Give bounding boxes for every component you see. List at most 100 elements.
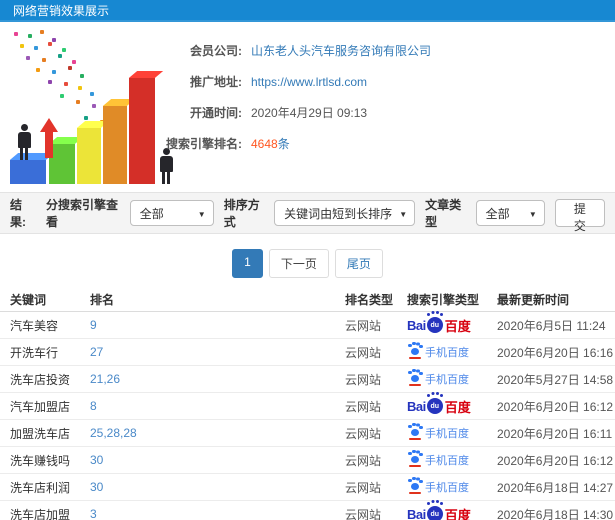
keyword-cell: 洗车店利润 (10, 480, 71, 495)
updated-cell: 2020年6月20日 16:12 (497, 399, 614, 414)
field-opened: 开通时间: 2020年4月29日 09:13 (60, 104, 605, 121)
url-label: 推广地址: (190, 75, 242, 89)
header-rank-type: 排名类型 (345, 292, 394, 307)
engine-cell: 手机百度 (407, 370, 497, 387)
chevron-down-icon: ▼ (197, 210, 206, 219)
chevron-down-icon: ▼ (528, 210, 537, 219)
mobile-baidu-logo-icon: 手机百度 (407, 478, 469, 495)
chevron-down-icon: ▼ (399, 210, 408, 219)
rank-type-cell: 云网站 (345, 318, 382, 333)
baidu-paw-icon (408, 370, 421, 386)
table-row: 开洗车行 27 云网站 手机百度 2020年6月20日 16:16 (0, 339, 615, 366)
article-type-label: 文章类型 (425, 198, 462, 229)
table-row: 洗车赚钱吗 30 云网站 手机百度 2020年6月20日 16:12 (0, 447, 615, 474)
keyword-cell: 汽车加盟店 (10, 399, 71, 414)
table-row: 洗车店加盟 3 云网站 Bai du 百度 2020年6月18日 14:30 (0, 501, 615, 520)
updated-cell: 2020年6月20日 16:16 (497, 345, 614, 360)
header-engine-type: 搜索引擎类型 (407, 292, 480, 307)
sort-select-value: 关键词由短到长排序 (284, 206, 393, 221)
submit-button[interactable]: 提交 (554, 199, 606, 233)
article-type-select[interactable]: 全部 ▼ (475, 200, 545, 226)
table-header-row: 关键词 排名 排名类型 搜索引擎类型 最新更新时间 (0, 287, 615, 312)
field-url: 推广地址: https://www.lrtlsd.com (60, 73, 605, 90)
field-ranking: 搜索引擎排名: 4648 条 (60, 135, 605, 152)
mobile-baidu-logo-icon: 手机百度 (407, 451, 469, 468)
baidu-paw-icon: du (426, 313, 443, 333)
page: 网络营销效果展示 会员公司: 山东老人头汽车服务咨询有限公司 推广地址: htt… (0, 0, 615, 520)
engine-select[interactable]: 全部 ▼ (129, 200, 214, 226)
page-1-button[interactable]: 1 (232, 249, 263, 278)
rank-cell[interactable]: 25,28,28 (90, 426, 345, 440)
mobile-baidu-logo-icon: 手机百度 (407, 343, 469, 360)
baidu-paw-icon (408, 343, 421, 359)
engine-cell: 手机百度 (407, 424, 497, 441)
rank-cell[interactable]: 27 (90, 345, 345, 359)
article-select-value: 全部 (485, 206, 510, 221)
table-row: 洗车店利润 30 云网站 手机百度 2020年6月18日 14:27 (0, 474, 615, 501)
next-page-button[interactable]: 下一页 (268, 249, 329, 278)
sort-select[interactable]: 关键词由短到长排序 ▼ (274, 200, 416, 226)
confetti-dots-icon (14, 32, 18, 36)
baidu-logo-icon: Bai du 百度 (407, 313, 471, 334)
updated-cell: 2020年6月5日 11:24 (497, 318, 606, 333)
rank-type-cell: 云网站 (345, 480, 382, 495)
ranking-suffix: 条 (277, 137, 290, 151)
last-page-button[interactable]: 尾页 (334, 249, 383, 278)
header-bar: 网络营销效果展示 (0, 0, 615, 22)
keyword-cell: 洗车店投资 (10, 372, 71, 387)
sort-filter-label: 排序方式 (223, 198, 260, 229)
rank-cell[interactable]: 30 (90, 480, 345, 494)
promotion-url-link[interactable]: https://www.lrtlsd.com (251, 75, 367, 89)
header-keyword: 关键词 (10, 292, 47, 307)
keyword-cell: 洗车店加盟 (10, 507, 71, 520)
rank-type-cell: 云网站 (345, 345, 382, 360)
baidu-paw-icon (408, 478, 421, 494)
bar-blue (10, 160, 46, 184)
table-row: 汽车美容 9 云网站 Bai du 百度 2020年6月5日 11:24 (0, 312, 615, 339)
rank-type-cell: 云网站 (345, 507, 382, 520)
rank-cell[interactable]: 30 (90, 453, 345, 467)
company-link[interactable]: 山东老人头汽车服务咨询有限公司 (251, 42, 431, 59)
updated-cell: 2020年6月20日 16:11 (497, 426, 613, 441)
engine-cell: 手机百度 (407, 451, 497, 468)
ranking-count: 4648 (251, 137, 278, 151)
info-section: 会员公司: 山东老人头汽车服务咨询有限公司 推广地址: https://www.… (0, 22, 615, 192)
result-label: 结果: (10, 198, 26, 229)
ranking-label: 搜索引擎排名: (166, 137, 242, 151)
engine-cell: 手机百度 (407, 343, 497, 360)
baidu-paw-icon (408, 451, 421, 467)
updated-cell: 2020年6月20日 16:12 (497, 453, 614, 468)
mobile-baidu-logo-icon: 手机百度 (407, 424, 469, 441)
baidu-paw-icon (408, 424, 421, 440)
opened-label: 开通时间: (190, 106, 242, 120)
filter-bar: 结果: 分搜索引擎查看 全部 ▼ 排序方式 关键词由短到长排序 ▼ 文章类型 全… (0, 192, 615, 234)
baidu-paw-icon: du (426, 502, 443, 520)
keyword-cell: 汽车美容 (10, 318, 59, 333)
opened-value: 2020年4月29日 09:13 (251, 106, 368, 120)
pagination: 1 下一页 尾页 (0, 249, 615, 278)
engine-cell: Bai du 百度 (407, 502, 497, 520)
rank-cell[interactable]: 8 (90, 399, 345, 413)
rank-cell[interactable]: 21,26 (90, 372, 345, 386)
businessman-figure-left (16, 124, 32, 160)
updated-cell: 2020年6月18日 14:27 (497, 480, 614, 495)
table-row: 洗车店投资 21,26 云网站 手机百度 2020年5月27日 14:58 (0, 366, 615, 393)
keyword-cell: 开洗车行 (10, 345, 59, 360)
rank-cell[interactable]: 3 (90, 507, 345, 520)
info-fields: 会员公司: 山东老人头汽车服务咨询有限公司 推广地址: https://www.… (60, 42, 605, 166)
rank-type-cell: 云网站 (345, 426, 382, 441)
updated-cell: 2020年5月27日 14:58 (497, 372, 614, 387)
baidu-logo-icon: Bai du 百度 (407, 394, 471, 415)
rank-type-cell: 云网站 (345, 399, 382, 414)
table-row: 汽车加盟店 8 云网站 Bai du 百度 2020年6月20日 16:12 (0, 393, 615, 420)
header-updated: 最新更新时间 (497, 292, 570, 307)
rank-cell[interactable]: 9 (90, 318, 345, 332)
rank-type-cell: 云网站 (345, 372, 382, 387)
growth-arrow-icon (40, 116, 58, 158)
keyword-cell: 加盟洗车店 (10, 426, 71, 441)
engine-cell: Bai du 百度 (407, 313, 497, 335)
baidu-paw-icon: du (426, 394, 443, 414)
updated-cell: 2020年6月18日 14:30 (497, 507, 614, 520)
table-row: 加盟洗车店 25,28,28 云网站 手机百度 2020年6月20日 16:11 (0, 420, 615, 447)
company-label: 会员公司: (190, 44, 242, 58)
